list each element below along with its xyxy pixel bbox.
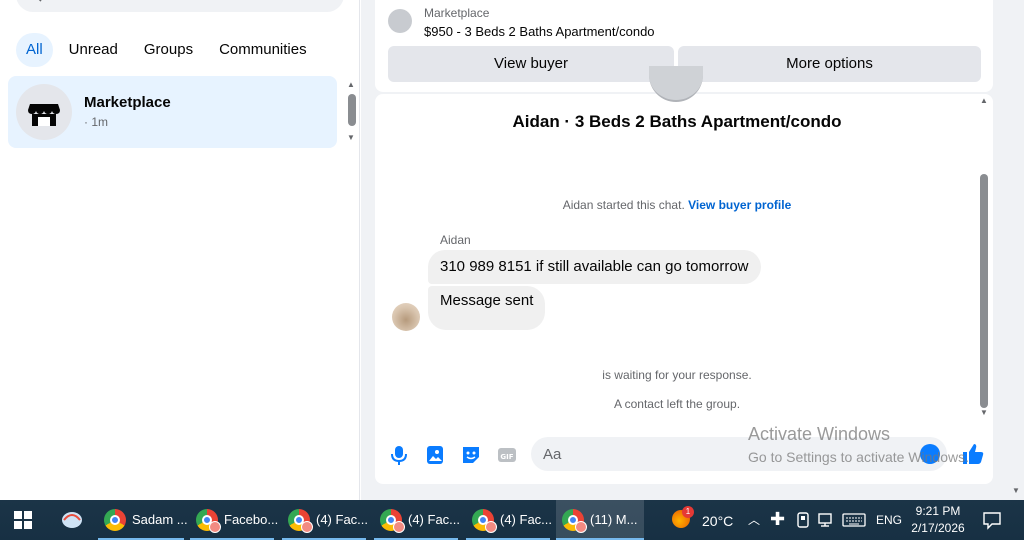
view-buyer-profile-link[interactable]: View buyer profile <box>688 198 791 212</box>
message-bubble[interactable]: Message sent <box>428 286 546 330</box>
conversation-item-marketplace[interactable]: Marketplace · 1m <box>8 76 337 148</box>
clock-date: 2/17/2026 <box>911 521 965 535</box>
conversation-time: · 1m <box>84 115 108 129</box>
thumbs-up-icon[interactable] <box>961 442 985 466</box>
input-language[interactable]: ENG <box>876 513 902 540</box>
left-group-notice: A contact left the group. <box>613 397 741 411</box>
sender-name: Aidan <box>440 233 471 247</box>
clock-time: 9:21 PM <box>915 504 961 518</box>
taskbar-chrome-window[interactable]: (4) Fac... <box>466 500 553 540</box>
message-thread: Aidan · 3 Beds 2 Baths Apartment/condo A… <box>375 66 993 484</box>
filter-groups[interactable]: Groups <box>134 33 203 67</box>
taskbar-window-title: Sadam ... <box>132 512 188 527</box>
keyboard-icon[interactable] <box>842 512 866 528</box>
taskbar-chrome-window[interactable]: Facebo... <box>190 500 278 540</box>
store-icon <box>28 104 60 126</box>
clock[interactable]: 9:21 PM 2/17/2026 <box>906 500 970 540</box>
page-scroll-down-arrow-icon[interactable]: ▼ <box>1012 486 1020 495</box>
system-tray: ︿ ✚ ENG 9:21 PM 2/17/2026 <box>746 500 1024 540</box>
listing-thumbnail <box>388 9 412 33</box>
weather-alert-badge: 1 <box>682 506 694 518</box>
scroll-up-arrow-icon[interactable]: ▲ <box>980 96 988 105</box>
scroll-down-arrow-icon[interactable]: ▼ <box>980 408 988 417</box>
filter-communities[interactable]: Communities <box>209 33 317 67</box>
notifications-icon[interactable] <box>982 510 1002 530</box>
gif-icon[interactable]: GIF <box>496 444 518 466</box>
chrome-icon <box>104 509 126 531</box>
show-hidden-icons-icon[interactable]: ︿ <box>748 511 760 540</box>
chat-list-panel: All Unread Groups Communities Marketplac… <box>0 0 360 500</box>
waiting-notice: is waiting for your response. <box>602 368 752 382</box>
chat-started-text: Aidan started this chat. <box>562 198 685 212</box>
windows-start-icon[interactable] <box>14 511 32 529</box>
taskbar-chrome-window-active[interactable]: (11) M... <box>556 500 644 540</box>
taskbar-chrome-window[interactable]: (4) Fac... <box>282 500 369 540</box>
svg-text:GIF: GIF <box>500 453 513 461</box>
plus-icon[interactable]: ✚ <box>770 508 785 540</box>
thread-scrollbar[interactable]: ▲ ▼ <box>977 96 991 420</box>
taskbar-chrome-window[interactable]: (4) Fac... <box>374 500 461 540</box>
profile-badge-icon <box>301 521 313 533</box>
search-input[interactable] <box>16 0 344 12</box>
taskbar-window-title: (4) Fac... <box>316 512 369 527</box>
scroll-up-arrow-icon[interactable]: ▲ <box>347 80 355 89</box>
view-buyer-button[interactable]: View buyer <box>388 46 674 82</box>
taskbar-window-title: (11) M... <box>590 512 638 527</box>
sticker-icon[interactable] <box>460 444 482 466</box>
listing-label: Marketplace <box>424 6 490 20</box>
windows-taskbar: Sadam ... Facebo... (4) Fac... (4) Fac..… <box>0 500 1024 540</box>
sender-avatar[interactable] <box>392 303 420 331</box>
chat-started-notice: Aidan started this chat. View buyer prof… <box>375 198 979 212</box>
conversation-panel: Marketplace $950 - 3 Beds 2 Baths Apartm… <box>361 0 1024 500</box>
weather-widget[interactable]: 1 20°C <box>668 500 736 540</box>
message-composer: GIF <box>375 430 993 484</box>
message-text: Message sent <box>440 292 534 309</box>
pinned-app-icon[interactable] <box>58 508 86 532</box>
more-options-button[interactable]: More options <box>678 46 981 82</box>
profile-badge-icon <box>575 521 587 533</box>
taskbar-window-title: Facebo... <box>224 512 279 527</box>
buyer-avatar <box>649 66 703 102</box>
filter-all[interactable]: All <box>16 33 53 67</box>
weather-temp: 20°C <box>702 513 734 529</box>
conversation-title: Marketplace <box>84 94 171 111</box>
filter-unread[interactable]: Unread <box>59 33 128 67</box>
usb-device-icon[interactable] <box>796 512 810 528</box>
profile-badge-icon <box>485 521 497 533</box>
chat-list-scrollbar[interactable]: ▲ ▼ <box>346 80 358 144</box>
taskbar-window-title: (4) Fac... <box>500 512 553 527</box>
message-input[interactable] <box>531 437 947 471</box>
taskbar-chrome-window[interactable]: Sadam ... <box>98 500 188 540</box>
search-icon <box>28 0 42 5</box>
taskbar-window-title: (4) Fac... <box>408 512 461 527</box>
chat-title: Aidan · 3 Beds 2 Baths Apartment/condo <box>512 112 842 131</box>
filter-chips: All Unread Groups Communities <box>16 33 317 67</box>
scrollbar-thumb[interactable] <box>980 174 988 408</box>
photo-icon[interactable] <box>424 444 446 466</box>
scroll-down-arrow-icon[interactable]: ▼ <box>347 133 355 142</box>
network-icon[interactable] <box>818 512 836 528</box>
microphone-icon[interactable] <box>388 444 410 466</box>
marketplace-avatar <box>16 84 72 140</box>
scrollbar-thumb[interactable] <box>348 94 356 126</box>
emoji-icon[interactable] <box>920 444 940 464</box>
message-bubble[interactable]: 310 989 8151 if still available can go t… <box>428 250 761 284</box>
profile-badge-icon <box>209 521 221 533</box>
listing-title[interactable]: $950 - 3 Beds 2 Baths Apartment/condo <box>424 24 655 39</box>
profile-badge-icon <box>393 521 405 533</box>
